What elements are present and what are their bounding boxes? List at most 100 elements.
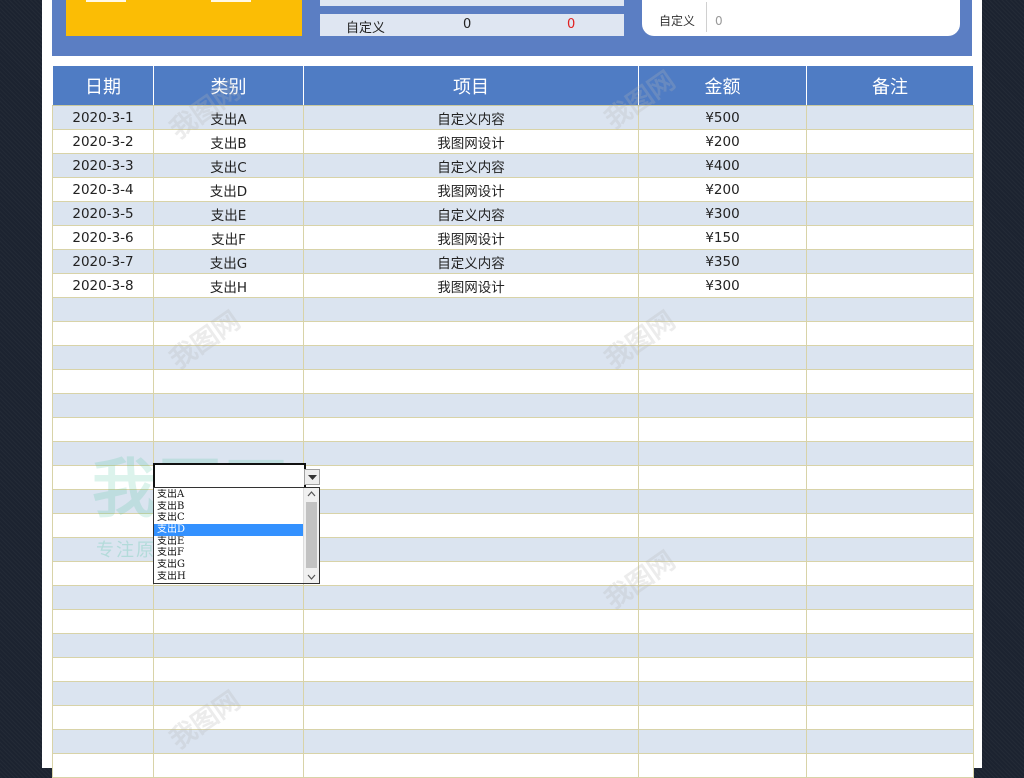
category-cell[interactable]: 支出C xyxy=(153,153,304,178)
note-cell[interactable] xyxy=(806,201,974,226)
item-cell[interactable] xyxy=(303,609,639,634)
item-cell[interactable] xyxy=(303,297,639,322)
note-cell[interactable] xyxy=(806,417,974,442)
date-cell[interactable]: 2020-3-4 xyxy=(52,177,154,202)
amount-cell[interactable] xyxy=(638,417,807,442)
amount-cell[interactable] xyxy=(638,633,807,658)
item-cell[interactable]: 我图网设计 xyxy=(303,273,639,298)
category-cell[interactable] xyxy=(153,633,304,658)
item-cell[interactable]: 我图网设计 xyxy=(303,129,639,154)
amount-cell[interactable] xyxy=(638,609,807,634)
date-cell[interactable] xyxy=(52,489,154,514)
dropdown-option[interactable]: 支出D xyxy=(154,524,305,536)
chevron-up-icon[interactable] xyxy=(307,490,316,499)
amount-cell[interactable] xyxy=(638,369,807,394)
amount-cell[interactable] xyxy=(638,489,807,514)
note-cell[interactable] xyxy=(806,705,974,730)
category-cell[interactable]: 支出E xyxy=(153,201,304,226)
amount-cell[interactable]: ¥300 xyxy=(638,201,807,226)
category-cell[interactable] xyxy=(153,729,304,754)
amount-cell[interactable] xyxy=(638,513,807,538)
note-cell[interactable] xyxy=(806,129,974,154)
item-cell[interactable] xyxy=(303,705,639,730)
dropdown-option[interactable]: 支出B xyxy=(154,501,305,513)
category-cell[interactable]: 支出D xyxy=(153,177,304,202)
date-cell[interactable] xyxy=(52,729,154,754)
note-cell[interactable] xyxy=(806,225,974,250)
date-cell[interactable]: 2020-3-8 xyxy=(52,273,154,298)
item-cell[interactable] xyxy=(303,321,639,346)
note-cell[interactable] xyxy=(806,441,974,466)
amount-cell[interactable] xyxy=(638,465,807,490)
item-cell[interactable] xyxy=(303,489,639,514)
note-cell[interactable] xyxy=(806,609,974,634)
category-cell[interactable] xyxy=(153,753,304,778)
note-cell[interactable] xyxy=(806,177,974,202)
note-cell[interactable] xyxy=(806,537,974,562)
date-cell[interactable] xyxy=(52,585,154,610)
item-cell[interactable] xyxy=(303,585,639,610)
amount-cell[interactable]: ¥400 xyxy=(638,153,807,178)
amount-cell[interactable] xyxy=(638,561,807,586)
dropdown-option[interactable]: 支出E xyxy=(154,536,305,548)
item-cell[interactable] xyxy=(303,417,639,442)
note-cell[interactable] xyxy=(806,657,974,682)
dropdown-option[interactable]: 支出F xyxy=(154,547,305,559)
category-cell[interactable] xyxy=(153,585,304,610)
date-cell[interactable] xyxy=(52,465,154,490)
item-cell[interactable] xyxy=(303,657,639,682)
date-cell[interactable] xyxy=(52,753,154,778)
date-cell[interactable] xyxy=(52,513,154,538)
category-cell[interactable] xyxy=(153,705,304,730)
category-cell[interactable] xyxy=(153,393,304,418)
date-cell[interactable] xyxy=(52,681,154,706)
amount-cell[interactable]: ¥200 xyxy=(638,177,807,202)
header-category[interactable]: 类别 xyxy=(153,65,304,106)
note-cell[interactable] xyxy=(806,753,974,778)
amount-cell[interactable] xyxy=(638,537,807,562)
amount-cell[interactable]: ¥200 xyxy=(638,129,807,154)
note-cell[interactable] xyxy=(806,465,974,490)
date-cell[interactable] xyxy=(52,561,154,586)
item-cell[interactable] xyxy=(303,681,639,706)
chevron-down-icon[interactable] xyxy=(307,572,316,581)
date-cell[interactable]: 2020-3-6 xyxy=(52,225,154,250)
dropdown-option[interactable]: 支出C xyxy=(154,512,305,524)
amount-cell[interactable]: ¥500 xyxy=(638,105,807,130)
date-cell[interactable] xyxy=(52,537,154,562)
item-cell[interactable] xyxy=(303,369,639,394)
item-cell[interactable]: 自定义内容 xyxy=(303,153,639,178)
amount-cell[interactable] xyxy=(638,321,807,346)
item-cell[interactable]: 自定义内容 xyxy=(303,201,639,226)
date-cell[interactable] xyxy=(52,441,154,466)
note-cell[interactable] xyxy=(806,681,974,706)
date-cell[interactable]: 2020-3-1 xyxy=(52,105,154,130)
dropdown-option[interactable]: 支出G xyxy=(154,559,305,571)
date-cell[interactable] xyxy=(52,417,154,442)
amount-cell[interactable] xyxy=(638,393,807,418)
amount-cell[interactable] xyxy=(638,681,807,706)
amount-cell[interactable] xyxy=(638,585,807,610)
item-cell[interactable] xyxy=(303,729,639,754)
amount-cell[interactable]: ¥150 xyxy=(638,225,807,250)
category-cell[interactable]: 支出A xyxy=(153,105,304,130)
item-cell[interactable] xyxy=(303,537,639,562)
date-cell[interactable]: 2020-3-2 xyxy=(52,129,154,154)
note-cell[interactable] xyxy=(806,105,974,130)
category-cell[interactable]: 支出B xyxy=(153,129,304,154)
category-cell[interactable]: 支出G xyxy=(153,249,304,274)
note-cell[interactable] xyxy=(806,513,974,538)
amount-cell[interactable] xyxy=(638,345,807,370)
amount-cell[interactable] xyxy=(638,297,807,322)
header-date[interactable]: 日期 xyxy=(52,65,154,106)
note-cell[interactable] xyxy=(806,297,974,322)
note-cell[interactable] xyxy=(806,561,974,586)
note-cell[interactable] xyxy=(806,489,974,514)
note-cell[interactable] xyxy=(806,393,974,418)
category-cell[interactable] xyxy=(153,681,304,706)
item-cell[interactable]: 自定义内容 xyxy=(303,105,639,130)
scrollbar-thumb[interactable] xyxy=(306,502,317,568)
category-cell[interactable] xyxy=(153,369,304,394)
date-cell[interactable] xyxy=(52,345,154,370)
dropdown-scrollbar[interactable] xyxy=(303,488,319,583)
